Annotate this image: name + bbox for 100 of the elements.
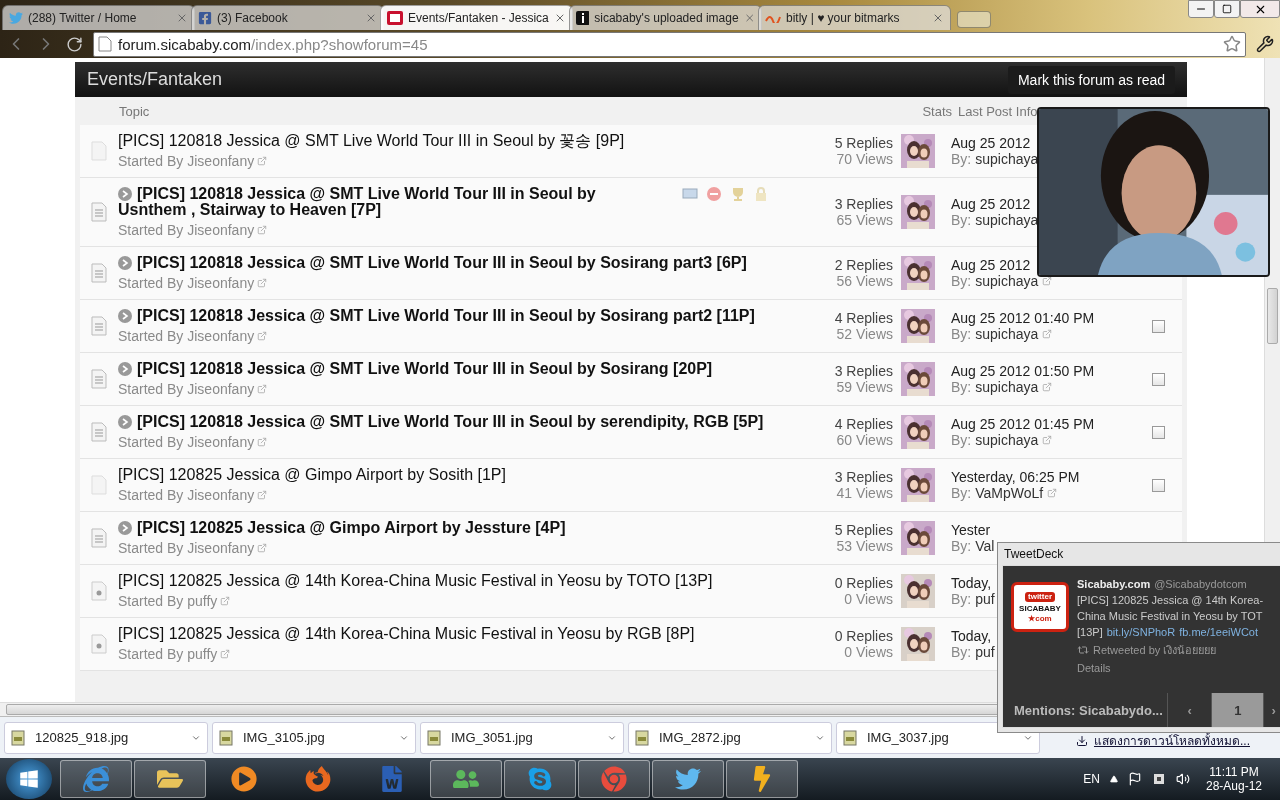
image-file-icon (635, 729, 649, 746)
tweet-link[interactable]: bit.ly/SNPhoR (1106, 624, 1176, 640)
last-poster-link[interactable]: puf (975, 591, 995, 607)
reload-button[interactable] (66, 35, 83, 53)
document-icon (91, 422, 107, 442)
last-poster-link[interactable]: supichaya (975, 432, 1039, 448)
topic-title-link[interactable]: [PICS] 120825 Jessica @ 14th Korea-China Music Festival in Yeosu by RGB [8P] (118, 626, 768, 642)
download-item[interactable]: IMG_3037.jpg (836, 721, 1040, 754)
wrench-icon (1256, 35, 1274, 53)
select-checkbox[interactable] (1152, 478, 1165, 492)
bookmark-star-icon[interactable] (1223, 35, 1241, 53)
skype-icon (527, 766, 553, 792)
by-label: By: (951, 591, 972, 607)
word-document-icon (379, 766, 405, 792)
close-icon[interactable] (554, 12, 566, 24)
tweet-link[interactable]: fb.me/1eeiWCot (1179, 624, 1259, 640)
image-file-icon (11, 729, 25, 746)
no-entry-icon[interactable] (706, 186, 722, 202)
topic-title-link[interactable]: [PICS] 120818 Jessica @ SMT Live World Tour III in Seoul by Sosirang [20P] (118, 361, 768, 377)
mark-read-button[interactable]: Mark this forum as read (1007, 65, 1175, 94)
page-icon (98, 36, 112, 52)
show-hidden-icons-icon[interactable] (1109, 775, 1118, 783)
reply-count: 4 Replies (834, 416, 893, 432)
document-icon (91, 141, 107, 161)
last-post-date: Today, (951, 575, 992, 591)
topic-title-link[interactable]: [PICS] 120818 Jessica @ SMT Live World Tour III in Seoul by serendipity, RGB [5P] (118, 414, 768, 430)
close-icon[interactable] (176, 12, 188, 24)
download-item[interactable]: IMG_3105.jpg (212, 721, 416, 754)
address-bar[interactable]: forum.sicababy.com/index.php?showforum=45 (93, 31, 1246, 57)
browser-e-icon (83, 766, 109, 792)
close-icon[interactable] (932, 12, 944, 24)
last-poster-link[interactable]: puf (975, 644, 995, 660)
reply-count: 0 Replies (834, 628, 893, 644)
last-poster-link[interactable]: supichaya (975, 273, 1039, 289)
last-poster-link[interactable]: supichaya (975, 151, 1039, 167)
topic-title-link[interactable]: [PICS] 120818 Jessica @ SMT Live World Tour III in Seoul by Sosirang part3 [6P] (118, 255, 768, 271)
tweet-text: [PICS] 120825 Jessica @ 14th Korea- (1077, 593, 1264, 608)
start-button[interactable] (6, 759, 52, 799)
last-post-date: Today, (951, 628, 992, 644)
language-indicator[interactable]: EN (1083, 772, 1100, 786)
last-post-date: Yesterday, 06:25 PM (951, 469, 1080, 485)
last-poster-link[interactable]: supichaya (975, 326, 1039, 342)
close-button[interactable] (1240, 0, 1280, 18)
topic-title-link[interactable]: [PICS] 120825 Jessica @ Gimpo Airport by Jessture [4P] (118, 520, 768, 536)
minimize-button[interactable] (1188, 0, 1214, 18)
reply-count: 2 Replies (834, 257, 893, 273)
document-icon (91, 369, 107, 389)
last-poster-link[interactable]: Val (975, 538, 995, 554)
column-label: Mentions: Sicababydo... (1013, 702, 1164, 718)
topic-starter: Started By Jiseonfany (118, 153, 801, 169)
select-checkbox[interactable] (1152, 372, 1165, 386)
external-link-icon[interactable] (1042, 276, 1053, 286)
page-number[interactable]: 1 (1211, 693, 1264, 727)
card-icon[interactable] (682, 186, 698, 200)
close-icon[interactable] (365, 12, 377, 24)
account-handle: @Sicababydotcom (1154, 577, 1247, 592)
last-poster-link[interactable]: VaMpWoLf (975, 485, 1044, 501)
tweet-text: China Music Festival in Yeosu by TOT (1077, 609, 1264, 624)
taskbar-app-button[interactable] (652, 760, 724, 798)
image-file-icon (843, 729, 857, 746)
flag-icon[interactable] (1127, 772, 1142, 786)
last-post-date: Aug 25 2012 (951, 196, 1031, 212)
select-checkbox[interactable] (1152, 319, 1165, 333)
by-label: By: (951, 379, 972, 395)
topic-title-link[interactable]: [PICS] 120818 Jessica @ SMT Live World Tour III in Seoul by 꽃송 [9P] (118, 133, 768, 149)
new-tab-button[interactable] (957, 11, 991, 28)
topic-title-link[interactable]: [PICS] 120825 Jessica @ Gimpo Airport by Sosith [1P] (118, 467, 768, 483)
taskbar-app-button[interactable] (60, 760, 132, 798)
retweet-icon (1077, 644, 1089, 656)
taskbar-app-button[interactable] (504, 760, 576, 798)
topic-title-link[interactable]: [PICS] 120818 Jessica @ SMT Live World Tour III in Seoul by Usnthem , Stairway to Heaven [7P] (118, 186, 646, 218)
by-label: By: (951, 432, 972, 448)
wrench-button[interactable] (1256, 35, 1274, 53)
network-icon[interactable] (1151, 772, 1166, 786)
account-name[interactable]: Sicababy.com (1077, 576, 1151, 592)
last-poster-link[interactable]: supichaya (975, 379, 1039, 395)
taskbar-app-button[interactable] (430, 760, 502, 798)
last-poster-link[interactable]: supichaya (975, 212, 1039, 228)
last-post-date: Yester (951, 522, 991, 538)
download-item[interactable]: IMG_3051.jpg (420, 721, 624, 754)
download-item[interactable]: IMG_2872.jpg (628, 721, 832, 754)
speaker-icon[interactable] (1175, 772, 1190, 786)
select-checkbox[interactable] (1152, 425, 1165, 439)
download-item[interactable]: 120825_918.jpg (4, 721, 208, 754)
show-all-downloads-link[interactable]: แสดงการดาวน์โหลดทั้งหมด... (1076, 731, 1250, 750)
scrollbar-thumb[interactable] (1267, 288, 1278, 344)
topic-title-link[interactable]: [PICS] 120818 Jessica @ SMT Live World Tour III in Seoul by Sosirang part2 [11P] (118, 308, 768, 324)
maximize-button[interactable] (1214, 0, 1240, 18)
taskbar-app-button[interactable] (726, 760, 798, 798)
by-label: By: (951, 485, 972, 501)
details-link[interactable]: Details (1077, 660, 1264, 676)
taskbar-app-button[interactable] (578, 760, 650, 798)
taskbar-app-button[interactable] (134, 760, 206, 798)
clock[interactable]: 11:11 PM 28-Aug-12 (1205, 765, 1262, 793)
bird-icon (9, 11, 23, 25)
topic-starter: Started By Jiseonfany (118, 540, 801, 556)
browser-tab[interactable]: bitly | ♥ your bitmarks (758, 5, 951, 30)
topic-title-link[interactable]: [PICS] 120825 Jessica @ 14th Korea-China Music Festival in Yeosu by TOTO [13P] (118, 573, 768, 589)
bitly-icon (765, 13, 781, 23)
by-label: By: (951, 273, 972, 289)
